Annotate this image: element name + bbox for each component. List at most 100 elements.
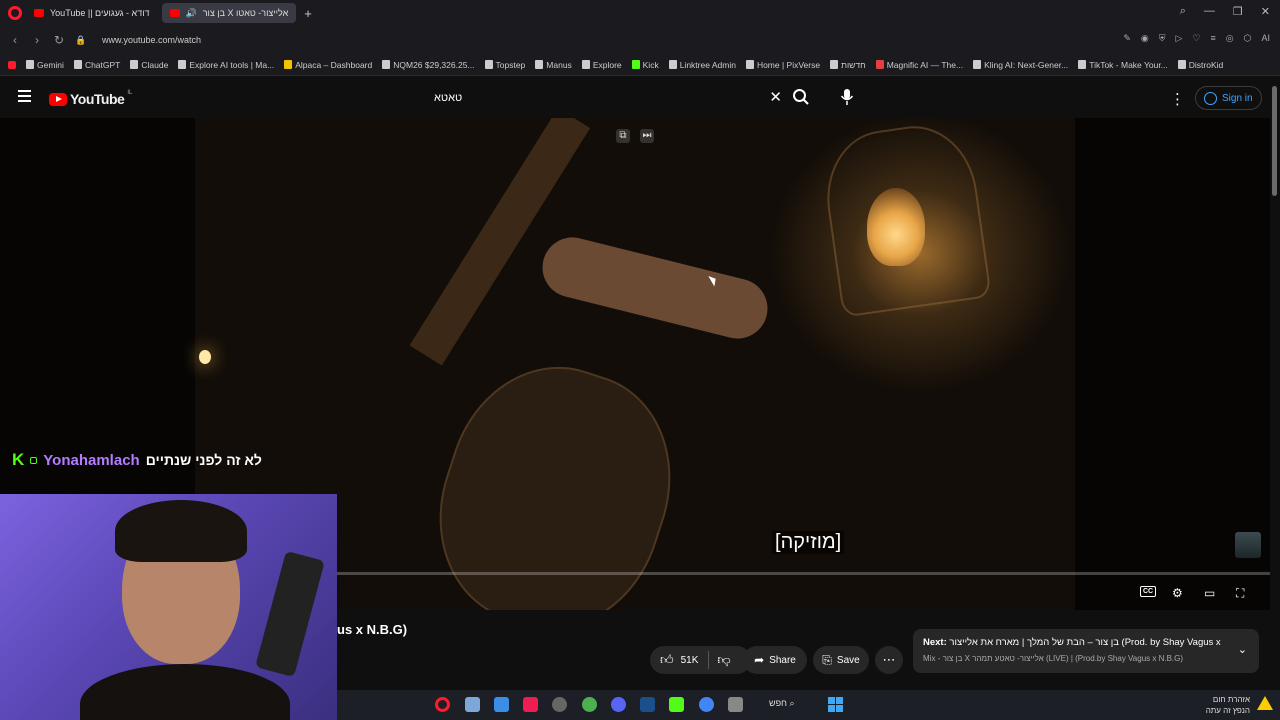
camera-icon[interactable]: ◉ [1141,33,1149,44]
bookmark-item[interactable]: Kick [631,60,659,70]
captions-icon[interactable]: CC [1140,586,1157,597]
windows-start-icon[interactable] [828,697,843,712]
discord-taskbar-icon[interactable] [611,697,626,712]
bookmark-label: Linktree Admin [679,59,736,70]
bookmark-item[interactable]: Claude [130,60,168,70]
caption-text: [מוזיקה] [772,531,845,554]
bookmark-item[interactable]: Topstep [484,60,525,70]
sign-in-label: Sign in [1222,92,1253,104]
skip-icon[interactable]: ⏭ [640,129,654,143]
more-options-icon[interactable]: ⋮ [1170,90,1185,108]
search-icon[interactable] [792,88,810,106]
save-button[interactable]: ⎘ Save [813,646,869,674]
bookmark-item[interactable]: Manus [535,60,572,70]
clear-search-icon[interactable]: ✕ [769,88,782,106]
bookmark-item[interactable]: Explore AI tools | Ma... [178,60,274,70]
url-field[interactable]: www.youtube.com/watch [102,35,201,45]
bookmark-item[interactable]: Alpaca – Dashboard [284,60,372,70]
bookmark-item[interactable]: Linktree Admin [668,59,736,70]
youtube-logo[interactable]: YouTube IL [49,90,132,107]
taskbar-search[interactable]: חפש ⌕ [769,698,795,709]
magnific-icon [875,60,884,69]
steam-taskbar-icon[interactable] [640,697,655,712]
microphone-icon[interactable] [840,88,854,106]
app-taskbar-icon[interactable] [699,697,714,712]
opera-taskbar-icon[interactable] [435,697,450,712]
window-controls: ⌕ — ❐ ✕ [1180,5,1270,18]
maximize-button[interactable]: ❐ [1233,5,1243,18]
settings-gear-icon[interactable]: ⚙ [1172,586,1183,600]
dislike-icon[interactable]: 👎︎ [717,652,730,668]
chrome-taskbar-icon[interactable] [582,697,597,712]
reload-button[interactable]: ↻ [48,33,70,47]
edit-icon[interactable]: ✎ [1123,33,1131,44]
share-label: Share [769,654,796,666]
system-notification[interactable]: אזהרת חום הנפץ זה עתה [1206,694,1250,716]
sign-in-button[interactable]: Sign in [1195,86,1262,110]
channel-thumbnail[interactable] [1235,532,1261,558]
play-icon[interactable]: ▷ [1176,33,1183,44]
page-scrollbar[interactable] [1270,76,1280,690]
miniplayer-icon[interactable]: ⧉ [616,129,630,143]
browser-tab-bar: YouTube || דודא - געגועים 🔊 בן צור X אלי… [0,0,1280,26]
search-input[interactable]: טאטא ✕ [424,84,786,112]
fullscreen-icon[interactable]: ⛶ [1236,586,1244,601]
bookmark-item[interactable]: Gemini [26,60,64,70]
bookmark-label: Explore AI tools | Ma... [189,59,275,70]
microphone-arm [255,550,325,678]
warning-icon[interactable] [1257,696,1273,710]
browser-search-icon[interactable]: ⌕ [1180,5,1186,18]
menu-icon[interactable]: ≡ [1211,33,1216,44]
folder-icon [581,60,590,69]
ai-button[interactable]: AI [1261,33,1270,44]
bookmark-item[interactable]: Explore [581,60,622,70]
hamburger-menu-icon[interactable] [18,90,31,102]
scroll-thumb[interactable] [1272,86,1277,196]
shield-icon[interactable]: ⛨ [1159,33,1166,44]
app-taskbar-icon[interactable] [465,697,480,712]
tab-youtube-1[interactable]: YouTube || דודא - געגועים [26,3,158,23]
bookmark-item[interactable]: NQM26 $29,326.25... [382,60,475,70]
tiktok-taskbar-icon[interactable] [523,697,538,712]
profile-icon[interactable]: ◎ [1226,33,1234,44]
folder-icon [1177,60,1186,69]
next-video-card[interactable]: Next: בן צור – הבת של המלך | מארח את אלי… [913,629,1259,673]
bookmark-item[interactable]: ChatGPT [73,60,120,70]
app-taskbar-icon[interactable] [552,697,567,712]
address-bar: ‹ › ↻ 🔒 www.youtube.com/watch ✎ ◉ ⛨ ▷ ♡ … [0,26,1280,54]
x-icon [382,60,391,69]
app-taskbar-icon[interactable] [669,697,684,712]
bookmark-item[interactable]: DistroKid [1177,60,1223,70]
bookmark-item[interactable]: Magnific AI — The... [875,59,964,70]
new-tab-button[interactable]: + [304,6,312,21]
more-actions-button[interactable]: ⋯ [875,646,903,674]
tab-youtube-2[interactable]: 🔊 בן צור X אלייצור- טאטו [161,3,297,23]
app-taskbar-icon[interactable] [494,697,509,712]
like-count[interactable]: 51K [681,655,699,666]
bookmark-label: TikTok - Make Your... [1089,59,1168,70]
bookmark-item[interactable]: Kling AI: Next-Gener... [973,60,1068,70]
bookmark-item[interactable]: TikTok - Make Your... [1078,60,1168,70]
tab-audio-icon[interactable]: 🔊 [186,8,197,19]
back-button[interactable]: ‹ [4,33,26,47]
bookmark-label: Magnific AI — The... [886,59,964,70]
next-video-subtitle: Mix - בן צור X אלייצור- טאטע תמהר (LIVE)… [923,654,1184,663]
calculator-taskbar-icon[interactable] [728,697,743,712]
bookmark-item[interactable]: חדשות [830,60,866,70]
youtube-bookmark-icon[interactable] [8,60,16,69]
opera-logo-icon[interactable] [8,6,22,20]
theater-mode-icon[interactable]: ▭ [1204,586,1215,600]
share-button[interactable]: ➦ Share [743,646,807,674]
close-window-button[interactable]: ✕ [1261,5,1270,18]
like-icon[interactable]: 👍︎ [660,652,674,668]
bookmark-item[interactable]: Home | PixVerse [745,60,820,70]
guitar-body [410,340,700,610]
chevron-down-icon[interactable]: ⌄ [1238,643,1247,656]
extension-icon[interactable]: ⬡ [1244,33,1252,44]
like-dislike-group: 👍︎ 51K 👎︎ [650,646,751,674]
forward-button[interactable]: › [26,33,48,47]
minimize-button[interactable]: — [1204,5,1215,18]
progress-bar[interactable] [335,572,1270,575]
player-arm [536,231,774,345]
heart-icon[interactable]: ♡ [1192,33,1200,44]
